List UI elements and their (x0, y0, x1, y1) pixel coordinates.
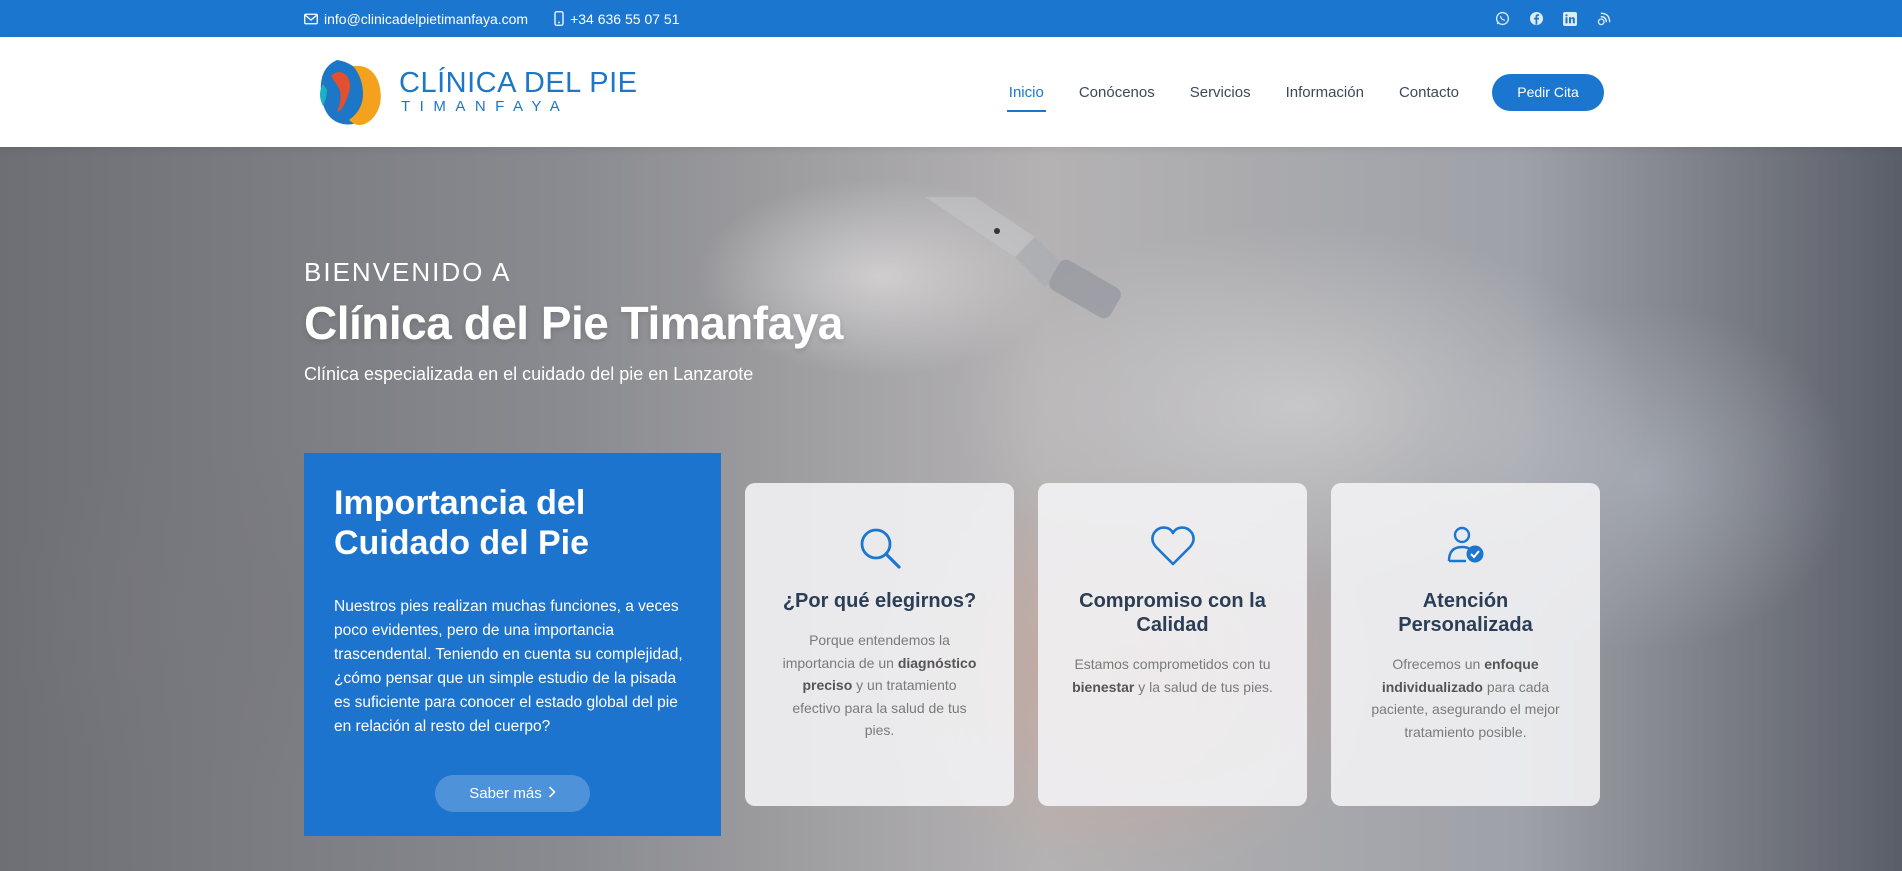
nav-item-contacto[interactable]: Contacto (1397, 76, 1461, 109)
nav-item-informacion[interactable]: Información (1284, 76, 1366, 109)
top-contact: info@clinicadelpietimanfaya.com +34 636 … (304, 0, 705, 37)
saber-mas-button[interactable]: Saber más (435, 775, 590, 812)
foot-logo-icon (320, 60, 381, 125)
phone-icon (554, 11, 564, 26)
site-logo[interactable]: CLÍNICA DEL PIE TIMANFAYA (313, 54, 638, 130)
search-icon (767, 525, 992, 571)
feature-text: Porque entendemos la importancia de un d… (782, 632, 977, 738)
heart-icon (1060, 525, 1285, 571)
email-text: info@clinicadelpietimanfaya.com (324, 10, 529, 27)
feature-title: Compromiso con la Calidad (1079, 590, 1266, 636)
hero-text: BIENVENIDO A Clínica del Pie Timanfaya C… (304, 257, 843, 385)
hero-subtitle: Clínica especializada en el cuidado del … (304, 364, 754, 384)
nav-item-inicio[interactable]: Inicio (1006, 76, 1046, 112)
top-bar: info@clinicadelpietimanfaya.com +34 636 … (0, 0, 1902, 37)
feature-card-quality: Compromiso con la Calidad Estamos compro… (1038, 483, 1307, 806)
chevron-right-icon (548, 785, 556, 802)
logo-line1: CLÍNICA DEL PIE (399, 67, 638, 99)
hero-background-image (925, 197, 1121, 319)
feature-text: Estamos comprometidos con tu bienestar y… (1072, 656, 1273, 695)
user-check-icon (1353, 525, 1578, 571)
feature-card-why: ¿Por qué elegirnos? Porque entendemos la… (745, 483, 1014, 806)
hero-section: BIENVENIDO A Clínica del Pie Timanfaya C… (0, 147, 1902, 871)
feature-title: Atención Personalizada (1398, 590, 1533, 636)
feature-title: ¿Por qué elegirnos? (782, 590, 977, 612)
mail-icon (304, 13, 318, 24)
hero-pre-title: BIENVENIDO A (304, 257, 512, 287)
social-links (1494, 0, 1612, 37)
whatsapp-icon[interactable] (1494, 11, 1510, 27)
linkedin-icon[interactable] (1562, 11, 1578, 27)
blog-icon[interactable] (1596, 11, 1612, 27)
phone-link[interactable]: +34 636 55 07 51 (554, 11, 679, 27)
feature-text: Ofrecemos un enfoque individualizado par… (1371, 656, 1560, 740)
pedir-cita-button[interactable]: Pedir Cita (1492, 73, 1604, 111)
logo-text: CLÍNICA DEL PIE TIMANFAYA (399, 68, 638, 116)
logo-line2: TIMANFAYA (401, 98, 570, 115)
facebook-icon[interactable] (1528, 11, 1544, 27)
importance-body: Nuestros pies realizan muchas funciones,… (334, 598, 683, 735)
email-link[interactable]: info@clinicadelpietimanfaya.com (304, 11, 528, 27)
hero-title: Clínica del Pie Timanfaya (304, 297, 843, 349)
nav-item-conocenos[interactable]: Conócenos (1077, 76, 1157, 109)
phone-text: +34 636 55 07 51 (570, 10, 680, 27)
importance-card: Importancia del Cuidado del Pie Nuestros… (304, 453, 721, 836)
saber-mas-label: Saber más (469, 785, 542, 802)
main-nav: Inicio Conócenos Servicios Información C… (976, 37, 1604, 147)
nav-item-servicios[interactable]: Servicios (1188, 76, 1253, 109)
site-header: CLÍNICA DEL PIE TIMANFAYA Inicio Conócen… (0, 37, 1902, 147)
importance-title: Importancia del Cuidado del Pie (334, 484, 590, 562)
feature-card-personal: Atención Personalizada Ofrecemos un enfo… (1331, 483, 1600, 806)
